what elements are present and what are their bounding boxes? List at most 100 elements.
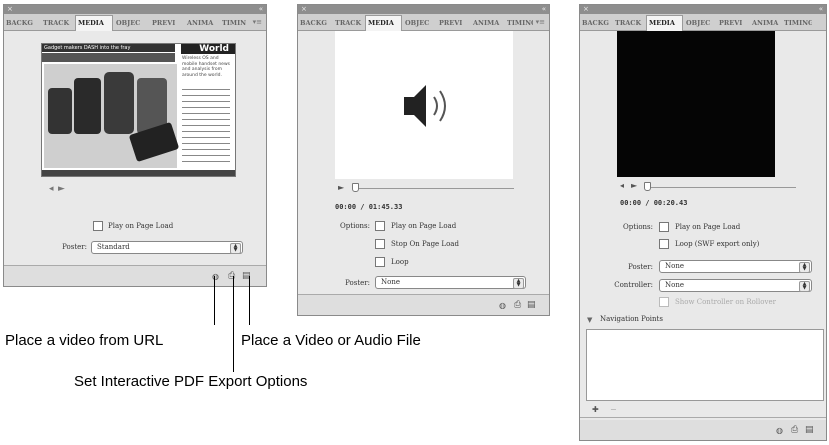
tab-timing[interactable]: TIMING <box>782 16 812 30</box>
play-icon[interactable]: ► <box>58 184 65 194</box>
panel-tabs: BACKG TRACK MEDIA OBJEC PREVI ANIMA TIMI… <box>298 14 549 31</box>
callout-pdf-export-options: Set Interactive PDF Export Options <box>74 373 308 390</box>
close-icon[interactable]: × <box>583 6 589 13</box>
chevron-updown-icon: ▲ ▼ <box>230 243 241 254</box>
collapse-icon[interactable]: « <box>259 5 263 13</box>
callout-place-video-url: Place a video from URL <box>5 332 164 349</box>
controller-select-value: None <box>665 281 684 289</box>
play-on-page-load-checkbox[interactable] <box>93 221 103 231</box>
preview-subheader <box>42 53 175 62</box>
panel-titlebar[interactable]: × « <box>298 5 549 14</box>
tab-media[interactable]: MEDIA <box>75 15 113 31</box>
poster-label: Poster: <box>62 243 87 251</box>
tab-backgrounds[interactable]: BACKG <box>4 16 40 30</box>
navigation-points-list[interactable] <box>586 329 824 401</box>
preview-world-bar: World <box>181 44 235 54</box>
tab-object-states[interactable]: OBJEC <box>684 16 716 30</box>
panel-menu-icon[interactable]: ▾≡ <box>253 17 262 27</box>
film-icon[interactable]: ▤ <box>527 300 536 310</box>
pdf-options-icon[interactable]: ⎙ <box>514 300 521 310</box>
tab-track[interactable]: TRACK <box>613 16 645 30</box>
panel-tabs: BACKG TRACK MEDIA OBJEC PREVI ANIMA TIMI… <box>4 14 266 31</box>
add-navigation-point-icon[interactable]: ✚ <box>592 405 599 415</box>
scrubber-track[interactable] <box>644 187 796 188</box>
controller-select[interactable]: None ▲ ▼ <box>659 279 812 292</box>
poster-select[interactable]: Standard ▲ ▼ <box>91 241 243 254</box>
play-icon[interactable]: ► <box>631 181 637 191</box>
phone-3 <box>104 72 134 134</box>
close-icon[interactable]: × <box>301 6 307 13</box>
callout-line-pdf <box>233 276 234 372</box>
collapse-icon[interactable]: « <box>819 5 823 13</box>
tab-backgrounds[interactable]: BACKG <box>580 16 612 30</box>
speaker-icon <box>404 85 446 127</box>
phone-1 <box>48 88 72 134</box>
tab-animation[interactable]: ANIMA <box>185 16 219 30</box>
url-icon[interactable]: ◍ <box>776 426 783 436</box>
tab-object-states[interactable]: OBJEC <box>114 16 149 30</box>
callout-line-file <box>249 276 250 325</box>
film-icon[interactable]: ▤ <box>805 425 814 435</box>
chevron-updown-icon: ▲ ▼ <box>799 281 810 292</box>
poster-select[interactable]: None ▲ ▼ <box>659 260 812 273</box>
panel-titlebar[interactable]: × « <box>4 5 266 14</box>
collapse-icon[interactable]: « <box>542 5 546 13</box>
tab-track[interactable]: TRACK <box>333 16 365 30</box>
panel-bottom-bar: ◍ ⎙ ▤ <box>298 294 549 315</box>
tab-media[interactable]: MEDIA <box>365 15 402 31</box>
tab-preview[interactable]: PREVI <box>717 16 749 30</box>
tab-backgrounds[interactable]: BACKG <box>298 16 332 30</box>
panel-bottom-bar: ◍ ⎙ ▤ <box>580 420 826 440</box>
preview-sidebar: Wireless OS and mobile handset news and … <box>182 56 232 168</box>
play-on-page-load-label: Play on Page Load <box>391 222 457 230</box>
panel-divider <box>580 417 826 418</box>
scrubber-track[interactable] <box>352 188 514 189</box>
poster-select-value: None <box>665 262 684 270</box>
video-preview: Gadget makers DASH into the fray World W… <box>41 43 236 177</box>
scrubber-thumb[interactable] <box>644 182 651 191</box>
tab-object-states[interactable]: OBJEC <box>403 16 436 30</box>
preview-headline-bar: Gadget makers DASH into the fray <box>42 44 175 52</box>
pdf-options-icon[interactable]: ⎙ <box>228 271 235 281</box>
navigation-points-label: Navigation Points <box>600 315 663 323</box>
close-icon[interactable]: × <box>7 6 13 13</box>
media-panel-audio: × « BACKG TRACK MEDIA OBJEC PREVI ANIMA … <box>297 4 550 316</box>
step-back-icon[interactable]: ◂ <box>49 184 54 194</box>
tab-track[interactable]: TRACK <box>41 16 75 30</box>
tab-preview[interactable]: PREVI <box>150 16 184 30</box>
url-icon[interactable]: ◍ <box>499 301 506 311</box>
loop-checkbox[interactable] <box>659 239 669 249</box>
media-panel-video: × « BACKG TRACK MEDIA OBJEC PREVI ANIMA … <box>3 4 267 287</box>
preview-phones-image <box>44 64 180 168</box>
show-controller-rollover-label: Show Controller on Rollover <box>675 298 776 306</box>
callout-place-video-audio-file: Place a Video or Audio File <box>241 332 421 349</box>
tab-animation[interactable]: ANIMA <box>471 16 504 30</box>
play-icon[interactable]: ► <box>338 183 344 193</box>
panel-menu-icon[interactable]: ▾≡ <box>536 17 545 27</box>
tab-animation[interactable]: ANIMA <box>750 16 781 30</box>
tab-timing[interactable]: TIMING <box>220 16 246 30</box>
loop-label: Loop <box>391 258 409 266</box>
tab-preview[interactable]: PREVI <box>437 16 470 30</box>
tab-timing[interactable]: TIMING <box>505 16 533 30</box>
remove-navigation-point-icon[interactable]: − <box>610 405 617 415</box>
play-on-page-load-label: Play on Page Load <box>108 222 174 230</box>
stop-on-page-load-checkbox[interactable] <box>375 239 385 249</box>
show-controller-rollover-checkbox[interactable] <box>659 297 669 307</box>
controller-label: Controller: <box>614 281 653 289</box>
play-on-page-load-checkbox[interactable] <box>659 222 669 232</box>
disclosure-triangle-icon[interactable]: ▼ <box>587 315 592 325</box>
loop-label: Loop (SWF export only) <box>675 240 760 248</box>
tab-media[interactable]: MEDIA <box>646 15 683 31</box>
options-label: Options: <box>340 222 370 230</box>
panel-titlebar[interactable]: × « <box>580 5 826 14</box>
poster-select[interactable]: None ▲ ▼ <box>375 276 526 289</box>
loop-checkbox[interactable] <box>375 257 385 267</box>
preview-world-label: World <box>199 44 229 54</box>
pdf-options-icon[interactable]: ⎙ <box>791 425 798 435</box>
play-on-page-load-checkbox[interactable] <box>375 221 385 231</box>
stop-on-page-load-label: Stop On Page Load <box>391 240 459 248</box>
step-back-icon[interactable]: ◂ <box>620 181 624 191</box>
scrubber-thumb[interactable] <box>352 183 359 192</box>
audio-preview <box>335 31 513 179</box>
